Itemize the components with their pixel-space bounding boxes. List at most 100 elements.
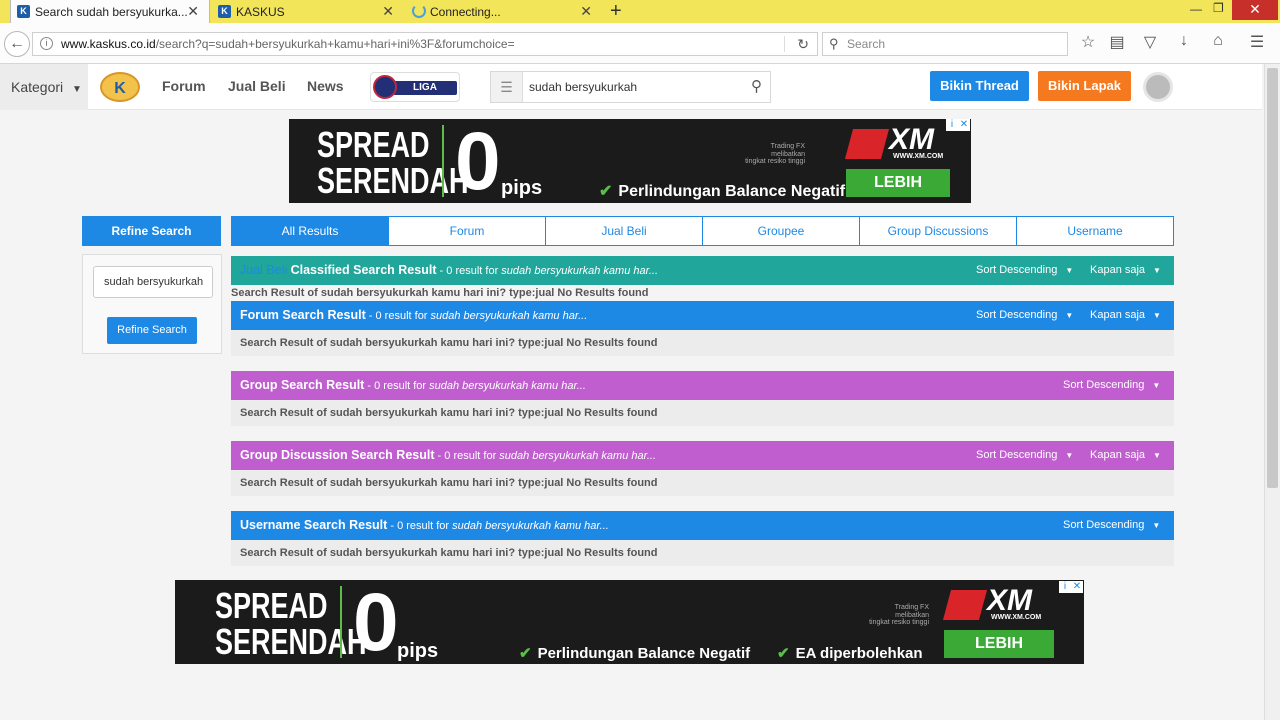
ad-info-icon[interactable]: i <box>1059 581 1071 593</box>
ad-info-icon[interactable]: i <box>946 119 958 131</box>
search-icon[interactable]: ⚲ <box>751 77 762 95</box>
back-icon[interactable]: ← <box>4 31 30 57</box>
refine-search-input[interactable] <box>93 266 213 298</box>
nav-news[interactable]: News <box>307 78 344 94</box>
forum-result-message: Search Result of sudah bersyukurkah kamu… <box>231 330 1174 356</box>
forum-result-header: Forum Search Result - 0 result for sudah… <box>231 301 1174 330</box>
ad-risk-line-1: Trading FX melibatkan <box>894 604 929 619</box>
avatar[interactable] <box>1143 72 1173 102</box>
url-path: /search?q=sudah+bersyukurkah+kamu+hari+i… <box>155 37 515 51</box>
username-result-message: Search Result of sudah bersyukurkah kamu… <box>231 540 1174 566</box>
tab-forum[interactable]: Forum <box>389 216 546 246</box>
sort-dropdown[interactable]: Sort Descending ▼ <box>1063 511 1160 540</box>
new-tab-icon[interactable]: + <box>610 0 622 22</box>
window-close-icon[interactable]: ✕ <box>1232 0 1278 20</box>
caret-down-icon: ▼ <box>1065 311 1074 320</box>
tab-title: Search sudah bersyukurka... <box>35 4 188 19</box>
kaskus-favicon-icon: K <box>17 5 30 18</box>
kaskus-logo[interactable]: K <box>100 72 140 102</box>
sort-dropdown[interactable]: Sort Descending ▼ <box>976 441 1073 470</box>
ad-feature-1: ✔ Perlindungan Balance Negatif <box>599 181 845 201</box>
jual-beli-prefix[interactable]: Jual Beli <box>240 263 287 277</box>
tab-title: Connecting... <box>430 4 501 19</box>
restore-icon[interactable]: ❐ <box>1213 1 1224 15</box>
tab-group-discussions[interactable]: Group Discussions <box>860 216 1017 246</box>
ad-cta-button[interactable]: LEBIH LANJUT <box>944 630 1054 664</box>
browser-tab-connecting[interactable]: Connecting... ✕ <box>406 0 602 23</box>
sort-label: Sort Descending <box>976 264 1058 276</box>
group-discussion-result-header: Group Discussion Search Result - 0 resul… <box>231 441 1174 470</box>
close-tab-icon[interactable]: ✕ <box>187 3 199 20</box>
reload-icon[interactable]: ↻ <box>797 33 809 55</box>
jual-beli-result-header: Jual Beli Classified Search Result - 0 r… <box>231 256 1174 285</box>
result-count: - 0 result for <box>436 265 502 277</box>
kategori-dropdown[interactable]: Kategori ▼ <box>0 64 88 110</box>
download-icon[interactable]: ↓ <box>1173 32 1195 50</box>
nav-jual-beli[interactable]: Jual Beli <box>228 78 286 94</box>
browser-tab-search[interactable]: K Search sudah bersyukurka... ✕ <box>10 0 210 23</box>
tab-all-results[interactable]: All Results <box>231 216 389 246</box>
site-search-input[interactable] <box>529 77 729 97</box>
sort-dropdown[interactable]: Sort Descending ▼ <box>976 256 1073 285</box>
result-count: - 0 result for <box>434 450 500 462</box>
reading-list-icon[interactable]: ▤ <box>1106 32 1128 52</box>
url-bar[interactable]: i www.kaskus.co.id/search?q=sudah+bersyu… <box>32 32 818 56</box>
search-menu-icon[interactable]: ☰ <box>491 72 523 102</box>
group-result-message: Search Result of sudah bersyukurkah kamu… <box>231 400 1174 426</box>
minimize-icon[interactable]: — <box>1190 2 1202 16</box>
tab-username[interactable]: Username <box>1017 216 1174 246</box>
info-icon[interactable]: i <box>40 37 53 50</box>
check-icon: ✔ <box>599 183 613 200</box>
sort-label: Sort Descending <box>976 449 1058 461</box>
time-dropdown[interactable]: Kapan saja ▼ <box>1090 301 1161 330</box>
result-title: Classified Search Result <box>290 263 437 277</box>
tab-groupee[interactable]: Groupee <box>703 216 860 246</box>
refine-search-panel: Refine Search <box>82 254 222 354</box>
caret-down-icon: ▼ <box>1065 266 1074 275</box>
ad-close-icon[interactable]: ✕ <box>958 119 970 131</box>
bottom-banner-ad[interactable]: SPREAD SERENDAH 0 pips ✔ Perlindungan Bal… <box>175 580 1084 664</box>
liga-inggris-logo[interactable]: LIGA INGGRIS <box>370 72 460 102</box>
sort-dropdown[interactable]: Sort Descending ▼ <box>1063 371 1160 400</box>
result-query: sudah bersyukurkah kamu har... <box>499 450 657 462</box>
refine-search-heading: Refine Search <box>82 216 221 246</box>
xm-logo-icon <box>942 590 988 620</box>
sort-label: Sort Descending <box>1063 379 1145 391</box>
ad-brand: XM <box>987 584 1032 617</box>
pocket-icon[interactable]: ▽ <box>1139 32 1161 52</box>
bikin-thread-button[interactable]: Bikin Thread <box>930 71 1029 101</box>
ad-brand: XM <box>889 123 934 156</box>
loading-spinner-icon <box>412 4 426 18</box>
menu-icon[interactable]: ☰ <box>1246 32 1268 52</box>
ad-risk-note: Trading FX melibatkan tingkat resiko ting… <box>745 143 805 166</box>
scrollbar-thumb[interactable] <box>1267 68 1278 488</box>
refine-search-button[interactable]: Refine Search <box>107 317 197 344</box>
time-dropdown[interactable]: Kapan saja ▼ <box>1090 441 1161 470</box>
bookmark-star-icon[interactable]: ☆ <box>1077 32 1099 52</box>
time-label: Kapan saja <box>1090 449 1146 461</box>
ad-brand-url: WWW.XM.COM <box>991 614 1042 621</box>
ad-pips: pips <box>397 640 439 662</box>
time-dropdown[interactable]: Kapan saja ▼ <box>1090 256 1161 285</box>
close-tab-icon[interactable]: ✕ <box>580 3 592 20</box>
ad-feature-1-text: Perlindungan Balance Negatif <box>618 183 846 200</box>
page-scrollbar[interactable] <box>1264 64 1280 720</box>
tab-jual-beli[interactable]: Jual Beli <box>546 216 703 246</box>
top-banner-ad[interactable]: SPREAD SERENDAH 0 pips ✔ Perlindungan Bal… <box>289 119 971 203</box>
browser-tab-kaskus[interactable]: K KASKUS ✕ <box>212 0 404 23</box>
check-icon: ✔ <box>519 645 532 662</box>
ad-close-icon[interactable]: ✕ <box>1071 581 1083 593</box>
close-tab-icon[interactable]: ✕ <box>382 3 394 20</box>
sort-dropdown[interactable]: Sort Descending ▼ <box>976 301 1073 330</box>
bikin-lapak-button[interactable]: Bikin Lapak <box>1038 71 1131 101</box>
browser-search-input[interactable]: ⚲ Search <box>822 32 1068 56</box>
group-result-header: Group Search Result - 0 result for sudah… <box>231 371 1174 400</box>
group-discussion-result-message: Search Result of sudah bersyukurkah kamu… <box>231 470 1174 496</box>
ad-zero: 0 <box>353 580 399 664</box>
sort-label: Sort Descending <box>976 309 1058 321</box>
home-icon[interactable]: ⌂ <box>1207 32 1229 50</box>
nav-forum[interactable]: Forum <box>162 78 206 94</box>
result-title: Forum Search Result <box>240 308 366 322</box>
ad-feature-2: ✔ EA diperbolehkan <box>777 644 923 662</box>
ad-cta-button[interactable]: LEBIH LANJUT <box>846 169 950 203</box>
